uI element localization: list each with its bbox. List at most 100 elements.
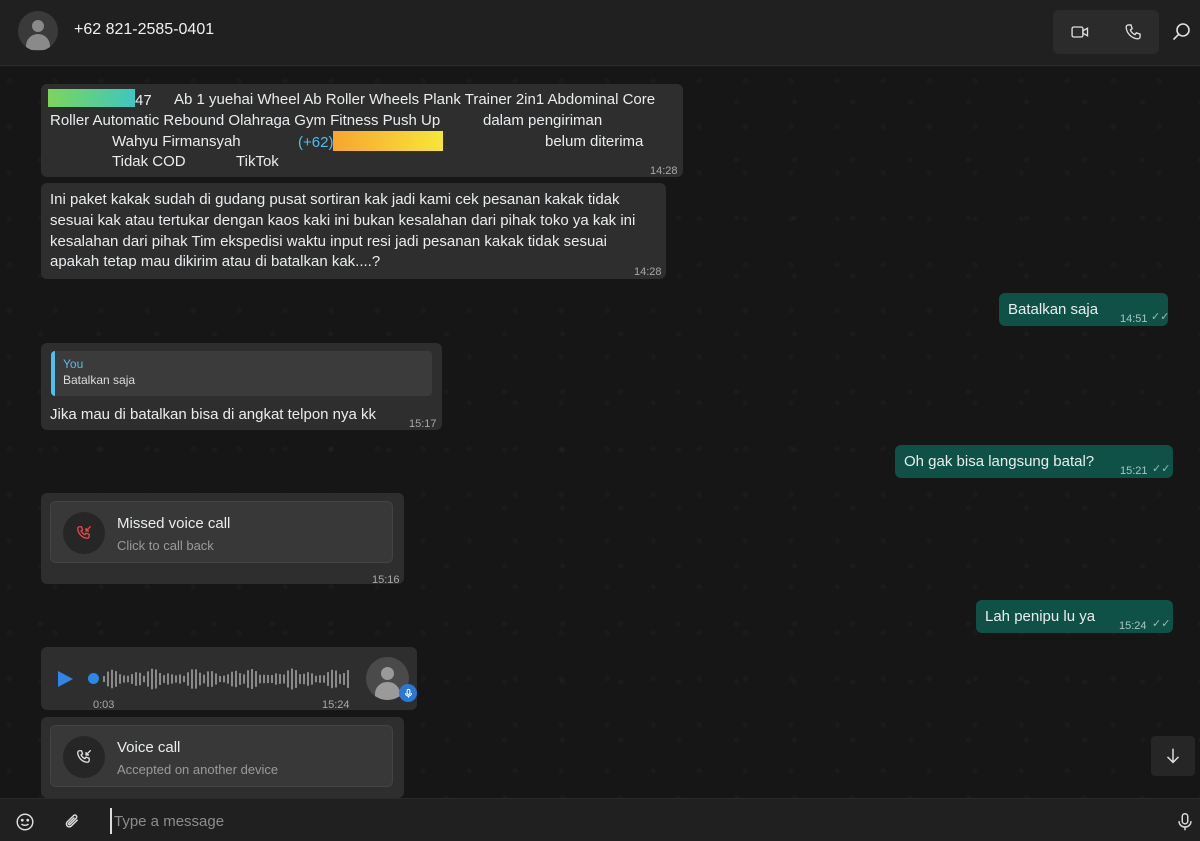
waveform-bar [151, 668, 153, 690]
message-bubble-missed-call[interactable]: Missed voice call Click to call back 15:… [41, 493, 404, 586]
waveform-bar [335, 670, 337, 688]
waveform-bar [299, 674, 301, 684]
message-time: 15:24 [322, 699, 350, 711]
payment-type: Tidak COD [112, 153, 186, 170]
waveform-bar [107, 671, 109, 687]
waveform-bar [303, 673, 305, 685]
waveform-bar [203, 674, 205, 684]
search-button[interactable] [1170, 20, 1194, 44]
search-icon [1172, 23, 1190, 41]
message-bubble-voice-call[interactable]: Voice call Accepted on another device [41, 717, 404, 798]
missed-call-card[interactable]: Missed voice call Click to call back [50, 501, 393, 563]
waveform-bar [223, 675, 225, 683]
arrow-down-icon [1166, 748, 1180, 764]
message-time: 15:21 [1120, 465, 1148, 477]
message-time: 14:51 [1120, 313, 1148, 325]
waveform-bar [227, 674, 229, 684]
avatar-head [32, 20, 44, 32]
waveform-bar [187, 672, 189, 686]
waveform-bar [275, 673, 277, 685]
quote-text: Batalkan saja [63, 373, 136, 387]
waveform-bar [255, 671, 257, 687]
waveform-bar [327, 672, 329, 686]
delivery-status: belum diterima [545, 133, 644, 150]
voice-note-bubble[interactable]: 0:03 15:24 [41, 647, 417, 711]
waveform-bar [123, 675, 125, 683]
message-bubble-outgoing[interactable]: Lah penipu lu ya 15:24 ✓✓ [976, 600, 1173, 633]
phone-icon [1125, 24, 1141, 40]
waveform-bar [291, 668, 293, 690]
waveform-bar [115, 671, 117, 687]
redacted-block [333, 131, 444, 151]
waveform-bar [195, 669, 197, 689]
message-bubble-outgoing[interactable]: Oh gak bisa langsung batal? 15:21 ✓✓ [895, 445, 1173, 478]
waveform-bar [143, 675, 145, 683]
video-call-button[interactable] [1053, 10, 1106, 54]
voice-call-card[interactable]: Voice call Accepted on another device [50, 725, 393, 787]
message-bubble-explanation[interactable]: Ini paket kakak sudah di gudang pusat so… [41, 183, 666, 279]
waveform-bar [163, 675, 165, 683]
incoming-call-icon [77, 749, 92, 763]
message-time: 15:17 [409, 418, 437, 430]
missed-call-icon-circle [63, 512, 105, 554]
voice-record-button[interactable] [1173, 810, 1197, 834]
waveform[interactable] [103, 665, 349, 693]
voice-call-button[interactable] [1106, 10, 1159, 54]
waveform-bar [339, 674, 341, 684]
waveform-bar [191, 669, 193, 689]
shipping-status: dalam pengiriman [483, 112, 603, 129]
message-line: apakah tetap mau dikirim atau di batalka… [50, 253, 381, 270]
message-time: 14:28 [634, 266, 662, 278]
recipient-phone: (+62) [298, 131, 444, 153]
waveform-bar [119, 674, 121, 684]
message-composer [0, 798, 1200, 841]
scroll-to-bottom-button[interactable] [1151, 736, 1195, 776]
double-check-icon: ✓✓ [1152, 463, 1171, 475]
waveform-bar [271, 675, 273, 683]
microphone-icon [404, 688, 412, 698]
message-line: Ini paket kakak sudah di gudang pusat so… [50, 191, 620, 208]
message-input[interactable] [110, 808, 1150, 834]
play-button[interactable] [55, 669, 75, 689]
attach-button[interactable] [61, 810, 85, 834]
redacted-block [48, 89, 135, 107]
order-number-suffix: 47 [135, 92, 152, 109]
waveform-bar [331, 669, 333, 689]
quoted-message[interactable]: You Batalkan saja [51, 351, 432, 396]
chat-header: +62 821-2585-0401 [0, 0, 1200, 66]
microphone-icon [1178, 813, 1192, 831]
waveform-bar [323, 675, 325, 683]
message-list[interactable]: 47 Ab 1 yuehai Wheel Ab Roller Wheels Pl… [0, 67, 1200, 798]
message-time: 15:24 [1119, 620, 1147, 632]
recipient-name: Wahyu Firmansyah [112, 133, 241, 150]
emoji-button[interactable] [13, 810, 37, 834]
waveform-bar [167, 673, 169, 685]
waveform-bar [155, 669, 157, 689]
contact-avatar[interactable] [18, 11, 58, 51]
product-title-line-2: Roller Automatic Rebound Olahraga Gym Fi… [50, 112, 441, 129]
contact-name[interactable]: +62 821-2585-0401 [74, 21, 214, 39]
waveform-bar [243, 674, 245, 684]
waveform-bar [103, 676, 105, 682]
avatar-body [26, 34, 50, 50]
waveform-bar [139, 672, 141, 686]
microphone-badge [399, 684, 417, 702]
call-title: Missed voice call [117, 515, 231, 532]
waveform-bar [183, 675, 185, 683]
waveform-bar [159, 673, 161, 685]
call-button-group [1053, 10, 1159, 54]
platform-name: TikTok [236, 153, 279, 170]
emoji-icon [16, 813, 34, 831]
incoming-call-icon-circle [63, 736, 105, 778]
quote-author: You [63, 357, 84, 371]
waveform-bar [171, 674, 173, 684]
play-icon [58, 671, 73, 687]
waveform-bar [287, 670, 289, 688]
waveform-bar [283, 674, 285, 684]
waveform-bar [199, 672, 201, 686]
message-line: 47 [48, 89, 152, 111]
message-bubble-reply[interactable]: You Batalkan saja Jika mau di batalkan b… [41, 343, 442, 430]
message-bubble-outgoing[interactable]: Batalkan saja 14:51 ✓✓ [999, 293, 1169, 326]
playback-scrubber[interactable] [88, 673, 99, 684]
message-bubble-order[interactable]: 47 Ab 1 yuehai Wheel Ab Roller Wheels Pl… [41, 84, 683, 177]
